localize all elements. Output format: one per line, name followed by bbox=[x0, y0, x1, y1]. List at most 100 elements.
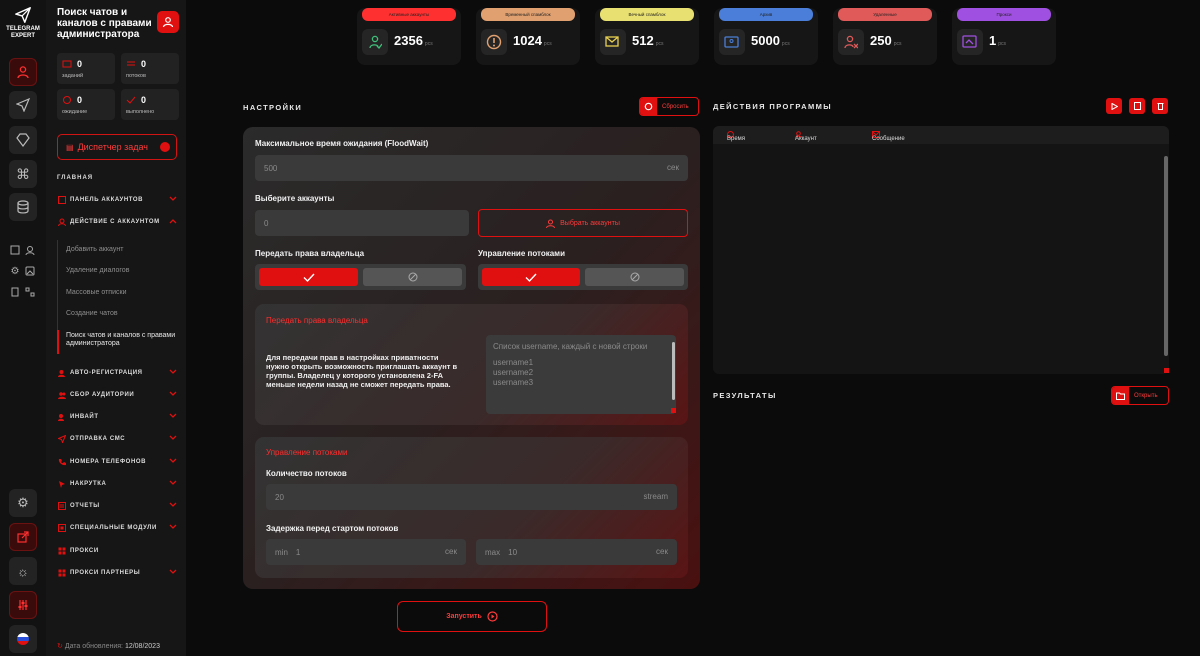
subitem-search-admin-chats[interactable]: Поиск чатов и каналов с правами админист… bbox=[66, 332, 178, 348]
subitem-delete-dialogs[interactable]: Удаление диалогов bbox=[66, 267, 129, 274]
card-tag: Архив bbox=[719, 8, 813, 21]
delay-min-input[interactable]: min 1 сек bbox=[266, 539, 466, 565]
toggle-off[interactable] bbox=[363, 268, 462, 286]
settings-nav-button[interactable]: ⚙ bbox=[9, 489, 37, 517]
card-tag: Удаленные bbox=[838, 8, 932, 21]
command-nav-button[interactable]: ⌘ bbox=[9, 160, 37, 188]
log-copy-button[interactable] bbox=[1129, 98, 1145, 114]
card-deleted[interactable]: Удаленные 250 pcs bbox=[833, 8, 937, 65]
cursor-icon bbox=[57, 480, 66, 489]
theme-nav-button[interactable]: ☼ bbox=[9, 557, 37, 585]
log-play-button[interactable] bbox=[1106, 98, 1122, 114]
document-icon[interactable] bbox=[9, 286, 21, 298]
diamond-icon bbox=[16, 133, 30, 147]
nav-auto-registration[interactable]: АВТО-РЕГИСТРАЦИЯ bbox=[57, 367, 179, 379]
report-icon[interactable] bbox=[9, 244, 21, 256]
usernames-textarea[interactable]: Список username, каждый с новой строки u… bbox=[486, 335, 676, 414]
external-nav-button[interactable] bbox=[9, 523, 37, 551]
nav-account-action[interactable]: ДЕЙСТВИЕ С АККАУНТОМ bbox=[57, 216, 179, 228]
threads-count-input[interactable]: 20 stream bbox=[266, 484, 677, 510]
stat-value: 0 bbox=[141, 95, 147, 105]
card-proxy[interactable]: Прокси 1 pcs bbox=[952, 8, 1056, 65]
section-main: ГЛАВНАЯ bbox=[57, 175, 94, 181]
send-nav-button[interactable] bbox=[9, 91, 37, 119]
report-icon bbox=[57, 502, 66, 511]
select-accounts-button[interactable]: Выбрать аккаунты bbox=[478, 209, 688, 237]
card-active-accounts[interactable]: Активные аккаунты 2356 pcs bbox=[357, 8, 461, 65]
card-perm-spamblock[interactable]: Вечный спамблок 512 pcs bbox=[595, 8, 699, 65]
floodwait-input[interactable]: 500 сек bbox=[255, 155, 688, 181]
folder-icon bbox=[1116, 392, 1125, 400]
tools-nav-button[interactable] bbox=[9, 591, 37, 619]
toggle-on[interactable] bbox=[482, 268, 580, 286]
nav-reports[interactable]: ОТЧЕТЫ bbox=[57, 500, 179, 512]
resize-handle-icon[interactable] bbox=[671, 408, 676, 413]
resize-handle-icon[interactable] bbox=[1164, 368, 1169, 373]
delay-label: Задержка перед стартом потоков bbox=[266, 524, 399, 533]
accounts-nav-button[interactable] bbox=[9, 58, 37, 86]
log-table-header: Время Аккаунт Сообщение bbox=[713, 126, 1169, 144]
nav-label: НАКРУТКА bbox=[70, 481, 107, 487]
results-header: РЕЗУЛЬТАТЫ bbox=[713, 391, 777, 400]
chevron-down-icon bbox=[169, 502, 177, 510]
refresh-icon bbox=[644, 102, 653, 111]
toggle-on[interactable] bbox=[259, 268, 358, 286]
threads-toggle[interactable] bbox=[478, 264, 688, 290]
delay-max-input[interactable]: max 10 сек bbox=[476, 539, 677, 565]
card-value-wrap: 250 pcs bbox=[870, 33, 901, 48]
floodwait-value: 500 bbox=[264, 163, 278, 173]
nav-proxy[interactable]: ПРОКСИ bbox=[57, 545, 179, 557]
launch-button[interactable]: Запустить bbox=[397, 601, 547, 632]
nav-proxy-partners[interactable]: ПРОКСИ ПАРТНЕРЫ bbox=[57, 567, 179, 579]
card-tag: Временный спамблок bbox=[481, 8, 575, 21]
textarea-scrollbar[interactable] bbox=[672, 342, 675, 400]
user-icon bbox=[162, 17, 174, 28]
open-results-button[interactable]: Открыть bbox=[1111, 386, 1169, 405]
transfer-toggle[interactable] bbox=[255, 264, 466, 290]
stat-value: 0 bbox=[141, 59, 147, 69]
card-temp-spamblock[interactable]: Временный спамблок 1024 pcs bbox=[476, 8, 580, 65]
gear-small-icon[interactable]: ⚙ bbox=[9, 265, 21, 277]
nav-accounts-panel[interactable]: ПАНЕЛЬ АККАУНТОВ bbox=[57, 194, 179, 206]
nav-phone-numbers[interactable]: НОМЕРА ТЕЛЕФОНОВ bbox=[57, 456, 179, 468]
chevron-down-icon bbox=[169, 413, 177, 421]
log-scrollbar[interactable] bbox=[1164, 156, 1168, 356]
stat-value: 0 bbox=[77, 59, 83, 69]
accounts-input[interactable]: 0 bbox=[255, 210, 469, 236]
grid-icon bbox=[57, 196, 66, 205]
nav-special-modules[interactable]: СПЕЦИАЛЬНЫЕ МОДУЛИ bbox=[57, 522, 179, 534]
user-settings-icon[interactable] bbox=[24, 244, 36, 256]
nav-audience[interactable]: СБОР АУДИТОРИИ bbox=[57, 389, 179, 401]
update-date: 12/08/2023 bbox=[124, 643, 160, 650]
gear-icon: ⚙ bbox=[17, 495, 29, 510]
nav-invite[interactable]: ИНВАЙТ bbox=[57, 411, 179, 423]
card-archive[interactable]: Архив 5000 pcs bbox=[714, 8, 818, 65]
database-icon bbox=[17, 200, 29, 214]
send-icon bbox=[57, 435, 66, 444]
nav-sms[interactable]: ОТПРАВКА СМС bbox=[57, 433, 179, 445]
profile-button[interactable] bbox=[157, 11, 179, 33]
grid-icon[interactable] bbox=[24, 286, 36, 298]
image-icon[interactable] bbox=[24, 265, 36, 277]
premium-nav-button[interactable] bbox=[9, 126, 37, 154]
toggle-off[interactable] bbox=[585, 268, 684, 286]
reset-button[interactable]: Сбросить bbox=[639, 97, 699, 116]
subitem-add-account[interactable]: Добавить аккаунт bbox=[66, 246, 123, 253]
usernames-list: username1 username2 username3 bbox=[493, 358, 534, 387]
card-value-wrap: 2356 pcs bbox=[394, 33, 433, 48]
log-delete-button[interactable] bbox=[1152, 98, 1168, 114]
subitem-mass-unsubscribe[interactable]: Массовые отписки bbox=[66, 289, 126, 296]
nav-boost[interactable]: НАКРУТКА bbox=[57, 478, 179, 490]
language-button[interactable] bbox=[9, 625, 37, 653]
task-dispatcher-button[interactable]: ▤ Диспетчер задач bbox=[57, 134, 177, 160]
stat-value: 0 bbox=[77, 95, 83, 105]
nav-label: АВТО-РЕГИСТРАЦИЯ bbox=[70, 370, 143, 376]
mail-block-icon bbox=[600, 29, 626, 55]
log-table[interactable]: Время Аккаунт Сообщение bbox=[713, 126, 1169, 374]
stat-label: ожидание bbox=[62, 109, 88, 115]
threads-count-unit: stream bbox=[643, 492, 668, 501]
card-value: 250 bbox=[870, 33, 892, 48]
archive-icon bbox=[719, 29, 745, 55]
database-nav-button[interactable] bbox=[9, 193, 37, 221]
subitem-create-chats[interactable]: Создание чатов bbox=[66, 310, 118, 317]
